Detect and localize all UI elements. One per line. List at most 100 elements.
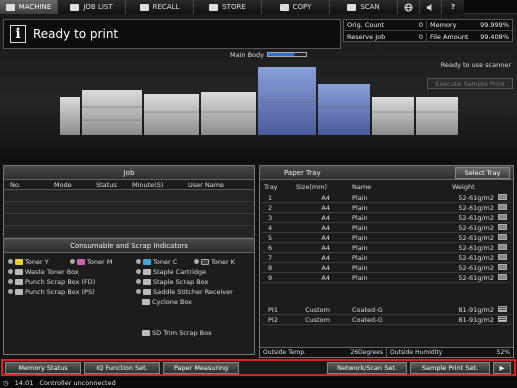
tab-copy[interactable]: COPY	[262, 0, 330, 14]
tray-number: 7	[268, 254, 273, 262]
outside-humidity-value: 52%	[496, 349, 510, 356]
punch-icon	[15, 278, 23, 285]
toner-y-icon	[15, 258, 23, 265]
tray-number: 4	[268, 224, 273, 232]
globe-button[interactable]	[398, 0, 420, 14]
punch-scrap-ps-indicator: Punch Scrap Box (PS)	[8, 287, 95, 296]
waste-toner-indicator: Waste Toner Box	[8, 267, 79, 276]
paper-level-icon	[498, 204, 507, 210]
tray-paper-name: Plain	[352, 224, 368, 232]
tray-number: PI1	[268, 306, 278, 314]
printer-system-illustration	[60, 67, 458, 135]
store-icon	[209, 3, 219, 11]
saddle-stitcher-indicator: Saddle Stitcher Receiver	[136, 287, 233, 296]
status-dot-icon	[136, 269, 141, 274]
toner-y-indicator: Toner Y	[8, 257, 49, 266]
tray-size: Custom	[305, 306, 330, 314]
tab-machine[interactable]: MACHINE	[0, 0, 58, 14]
tray-size: Custom	[305, 316, 330, 324]
waste-toner-icon	[15, 268, 23, 275]
tray-row[interactable]: 7 A4 Plain 52-61g/m2	[262, 254, 511, 263]
tray-size: A4	[321, 254, 330, 262]
job-panel-title: Job	[4, 166, 254, 180]
job-row[interactable]	[4, 202, 254, 214]
paper-measuring-button[interactable]: Paper Measuring	[163, 361, 239, 374]
status-dot-icon	[136, 279, 141, 284]
tray-row[interactable]: 8 A4 Plain 52-61g/m2	[262, 264, 511, 273]
memory-value: 99.999%	[480, 21, 509, 29]
volume-button[interactable]	[420, 0, 442, 14]
tray-weight: 52-61g/m2	[458, 194, 494, 202]
tab-store[interactable]: STORE	[194, 0, 262, 14]
copy-icon	[279, 3, 289, 11]
list-icon	[70, 3, 80, 11]
clock-icon: ◷	[3, 378, 9, 387]
job-row[interactable]	[4, 190, 254, 202]
status-dot-icon	[8, 279, 13, 284]
environment-bar: Outside Temp. 26Degrees Outside Humidity 5…	[260, 347, 513, 357]
tray-paper-name: Plain	[352, 264, 368, 272]
tray-number: 2	[268, 204, 273, 212]
status-dot-icon	[8, 269, 13, 274]
status-message: Ready to print	[33, 27, 119, 41]
job-row[interactable]	[4, 214, 254, 226]
tab-scan[interactable]: SCAN	[330, 0, 398, 14]
toner-k-icon	[201, 258, 209, 265]
file-amount-value: 99.408%	[480, 32, 509, 41]
memory-status-button[interactable]: Memory Status	[5, 361, 81, 374]
network-scan-set-button[interactable]: Network/Scan Set.	[327, 361, 407, 374]
tray-row[interactable]: 3 A4 Plain 52-61g/m2	[262, 214, 511, 223]
iq-function-set-button[interactable]: IQ Function Set.	[84, 361, 160, 374]
memory-label: Memory	[430, 21, 457, 29]
sample-print-set-button[interactable]: Sample Print Set.	[410, 361, 490, 374]
tab-job-list[interactable]: JOB LIST	[58, 0, 126, 14]
tray-weight: 81-91g/m2	[458, 306, 494, 314]
paper-tray-panel: Paper Tray Select Tray Tray Size(mm) Nam…	[259, 165, 514, 358]
tray-row[interactable]: 5 A4 Plain 52-61g/m2	[262, 234, 511, 243]
tray-size: A4	[321, 264, 330, 272]
tray-paper-name: Coated-G	[352, 306, 383, 314]
next-page-button[interactable]: ▶	[493, 361, 511, 374]
tray-weight: 81-91g/m2	[458, 316, 494, 324]
file-amount-label: File Amount	[430, 32, 469, 41]
globe-icon	[404, 2, 413, 12]
tray-row[interactable]: PI2 Custom Coated-G 81-91g/m2	[262, 316, 511, 325]
stripe-paper-icon	[498, 316, 507, 322]
tray-row[interactable]: 2 A4 Plain 52-61g/m2	[262, 204, 511, 213]
tray-size: A4	[321, 204, 330, 212]
tray-number: PI2	[268, 316, 278, 324]
status-dot-icon	[8, 289, 13, 294]
machine-status-area: i Ready to print Orig. Count 0 Memory 99…	[0, 14, 517, 162]
tray-weight: 52-61g/m2	[458, 254, 494, 262]
punch-scrap-fd-indicator: Punch Scrap Box (FD)	[8, 277, 95, 286]
saddle-stitcher-icon	[143, 288, 151, 295]
job-col-user-name: User Name	[188, 180, 225, 189]
toner-m-icon	[77, 258, 85, 265]
job-col-minutes: Minute(S)	[132, 180, 164, 189]
orig-count-label: Orig. Count	[347, 21, 385, 29]
job-row[interactable]	[4, 226, 254, 238]
status-dot-icon	[136, 289, 141, 294]
tray-row[interactable]: 9 A4 Plain 52-61g/m2	[262, 274, 511, 283]
status-dot-icon	[194, 259, 199, 264]
bottom-status-bar: ◷ 14:01 Controller unconnected	[0, 377, 517, 388]
tray-row[interactable]: 6 A4 Plain 52-61g/m2	[262, 244, 511, 253]
stripe-paper-icon	[498, 306, 507, 312]
reserve-job-value: 0	[399, 32, 427, 41]
consumables-title: Consumable and Scrap Indicators	[4, 239, 254, 253]
select-tray-button[interactable]: Select Tray	[455, 167, 510, 179]
tray-number: 6	[268, 244, 273, 252]
tray-row[interactable]: PI1 Custom Coated-G 81-91g/m2	[262, 306, 511, 315]
tray-size: A4	[321, 234, 330, 242]
tray-row[interactable]: 4 A4 Plain 52-61g/m2	[262, 224, 511, 233]
paper-level-icon	[498, 274, 507, 280]
help-button[interactable]: ?	[442, 0, 464, 14]
tray-paper-name: Plain	[352, 194, 368, 202]
staple-icon	[143, 268, 151, 275]
tray-weight: 52-61g/m2	[458, 274, 494, 282]
info-icon: i	[10, 25, 26, 43]
cyclone-box-indicator: Cyclone Box	[142, 297, 192, 306]
paper-level-icon	[498, 214, 507, 220]
tray-row[interactable]: 1 A4 Plain 52-61g/m2	[262, 194, 511, 203]
tab-recall[interactable]: RECALL	[126, 0, 194, 14]
